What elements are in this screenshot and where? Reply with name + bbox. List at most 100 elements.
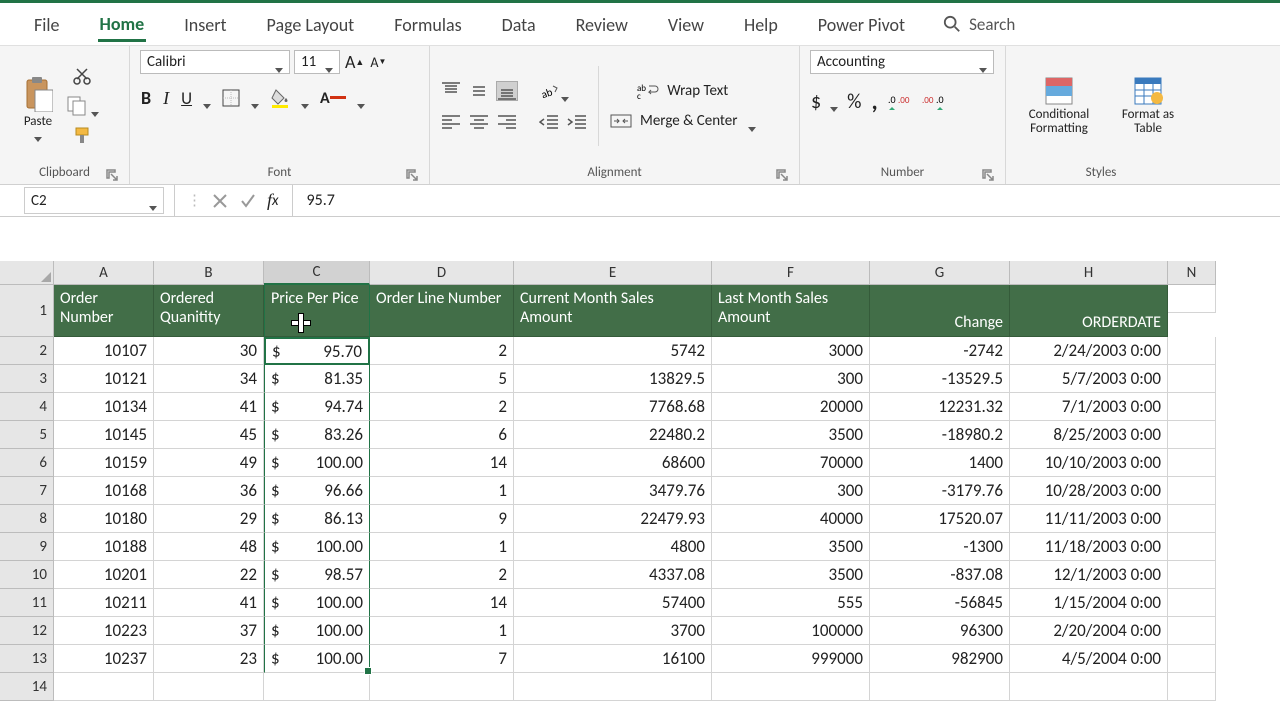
dialog-launcher-icon[interactable]	[105, 168, 119, 182]
cell-D6[interactable]: 14	[370, 449, 514, 477]
bold-button[interactable]: B	[140, 86, 152, 110]
cell-H7[interactable]: 10/28/2003 0:00	[1010, 477, 1168, 505]
cell-H3[interactable]: 5/7/2003 0:00	[1010, 365, 1168, 393]
conditional-format-button[interactable]: Conditional Formatting	[1016, 60, 1102, 152]
cell-N2[interactable]	[1168, 337, 1216, 365]
row-head-8[interactable]: 8	[0, 505, 54, 533]
cell-H2[interactable]: 2/24/2003 0:00	[1010, 337, 1168, 365]
empty-cell-14-2[interactable]	[264, 673, 370, 701]
cell-E13[interactable]: 16100	[514, 645, 712, 673]
cell-H5[interactable]: 8/25/2003 0:00	[1010, 421, 1168, 449]
align-middle-button[interactable]	[468, 81, 490, 101]
tab-insert[interactable]: Insert	[182, 8, 228, 40]
tab-formulas[interactable]: Formulas	[392, 8, 463, 40]
col-head-G[interactable]: G	[870, 261, 1010, 285]
cell-N4[interactable]	[1168, 393, 1216, 421]
cell-D4[interactable]: 2	[370, 393, 514, 421]
cancel-formula-button[interactable]	[210, 191, 230, 211]
cell-E3[interactable]: 13829.5	[514, 365, 712, 393]
cell-E6[interactable]: 68600	[514, 449, 712, 477]
cell-H12[interactable]: 2/20/2004 0:00	[1010, 617, 1168, 645]
dialog-launcher-icon[interactable]	[981, 168, 995, 182]
row-head-2[interactable]: 2	[0, 337, 54, 365]
cell-F6[interactable]: 70000	[712, 449, 870, 477]
dialog-launcher-icon[interactable]	[775, 168, 789, 182]
cell-F13[interactable]: 999000	[712, 645, 870, 673]
cell-E4[interactable]: 7768.68	[514, 393, 712, 421]
wrap-text-button[interactable]: abcWrap Text	[609, 81, 757, 101]
cell-G2[interactable]: -2742	[870, 337, 1010, 365]
cell-C8[interactable]: $86.13	[264, 505, 370, 533]
underline-button[interactable]: U	[180, 87, 193, 110]
cell-N8[interactable]	[1168, 505, 1216, 533]
col-head-E[interactable]: E	[514, 261, 712, 285]
row-head-9[interactable]: 9	[0, 533, 54, 561]
cell-F4[interactable]: 20000	[712, 393, 870, 421]
copy-button[interactable]	[66, 95, 100, 117]
cell-B12[interactable]: 37	[154, 617, 264, 645]
cell-C12[interactable]: $100.00	[264, 617, 370, 645]
formula-input[interactable]: 95.7	[293, 185, 1280, 216]
cell-A8[interactable]: 10180	[54, 505, 154, 533]
fx-button[interactable]: fx	[266, 189, 280, 212]
percent-button[interactable]: %	[846, 89, 862, 115]
col-head-B[interactable]: B	[154, 261, 264, 285]
cell-H6[interactable]: 10/10/2003 0:00	[1010, 449, 1168, 477]
row-head-4[interactable]: 4	[0, 393, 54, 421]
tab-file[interactable]: File	[32, 8, 62, 40]
align-bottom-button[interactable]	[496, 81, 518, 101]
cell-C11[interactable]: $100.00	[264, 589, 370, 617]
row-head-14[interactable]: 14	[0, 673, 54, 701]
tab-data[interactable]: Data	[500, 8, 538, 40]
col-head-N[interactable]: N	[1168, 261, 1216, 285]
cell-C10[interactable]: $98.57	[264, 561, 370, 589]
align-left-button[interactable]	[440, 113, 462, 131]
tab-home[interactable]: Home	[98, 7, 147, 42]
col-head-H[interactable]: H	[1010, 261, 1168, 285]
cell-N5[interactable]	[1168, 421, 1216, 449]
cell-D5[interactable]: 6	[370, 421, 514, 449]
col-head-A[interactable]: A	[54, 261, 154, 285]
enter-formula-button[interactable]	[238, 191, 258, 211]
cell-C2[interactable]: $95.70	[264, 337, 370, 365]
borders-button[interactable]	[221, 88, 241, 108]
cell-B6[interactable]: 49	[154, 449, 264, 477]
cell-G8[interactable]: 17520.07	[870, 505, 1010, 533]
row-head-1[interactable]: 1	[0, 285, 54, 337]
cell-D8[interactable]: 9	[370, 505, 514, 533]
tab-view[interactable]: View	[666, 8, 706, 40]
font-size-select[interactable]: 11	[294, 50, 340, 74]
cell-E9[interactable]: 4800	[514, 533, 712, 561]
font-color-button[interactable]: A	[319, 88, 347, 109]
cell-C6[interactable]: $100.00	[264, 449, 370, 477]
cell-N13[interactable]	[1168, 645, 1216, 673]
cell-N10[interactable]	[1168, 561, 1216, 589]
empty-cell-14-0[interactable]	[54, 673, 154, 701]
comma-button[interactable]: ,	[870, 86, 878, 117]
decrease-decimal-button[interactable]: .00.0	[921, 92, 947, 112]
row-head-5[interactable]: 5	[0, 421, 54, 449]
cell-D3[interactable]: 5	[370, 365, 514, 393]
cell-B2[interactable]: 30	[154, 337, 264, 365]
cell-C5[interactable]: $83.26	[264, 421, 370, 449]
cell-B5[interactable]: 45	[154, 421, 264, 449]
cell-B11[interactable]: 41	[154, 589, 264, 617]
empty-cell-14-4[interactable]	[514, 673, 712, 701]
cell-F3[interactable]: 300	[712, 365, 870, 393]
cell-G5[interactable]: -18980.2	[870, 421, 1010, 449]
cell-C3[interactable]: $81.35	[264, 365, 370, 393]
row-head-10[interactable]: 10	[0, 561, 54, 589]
cell-D12[interactable]: 1	[370, 617, 514, 645]
cell-D7[interactable]: 1	[370, 477, 514, 505]
cell-G12[interactable]: 96300	[870, 617, 1010, 645]
cell-F10[interactable]: 3500	[712, 561, 870, 589]
select-all-corner[interactable]	[0, 261, 54, 285]
merge-center-button[interactable]: Merge & Center	[609, 111, 757, 131]
cell-G13[interactable]: 982900	[870, 645, 1010, 673]
cell-C7[interactable]: $96.66	[264, 477, 370, 505]
cell-B8[interactable]: 29	[154, 505, 264, 533]
tab-power-pivot[interactable]: Power Pivot	[816, 8, 907, 40]
cell-B3[interactable]: 34	[154, 365, 264, 393]
tab-review[interactable]: Review	[574, 8, 630, 40]
cell-E11[interactable]: 57400	[514, 589, 712, 617]
